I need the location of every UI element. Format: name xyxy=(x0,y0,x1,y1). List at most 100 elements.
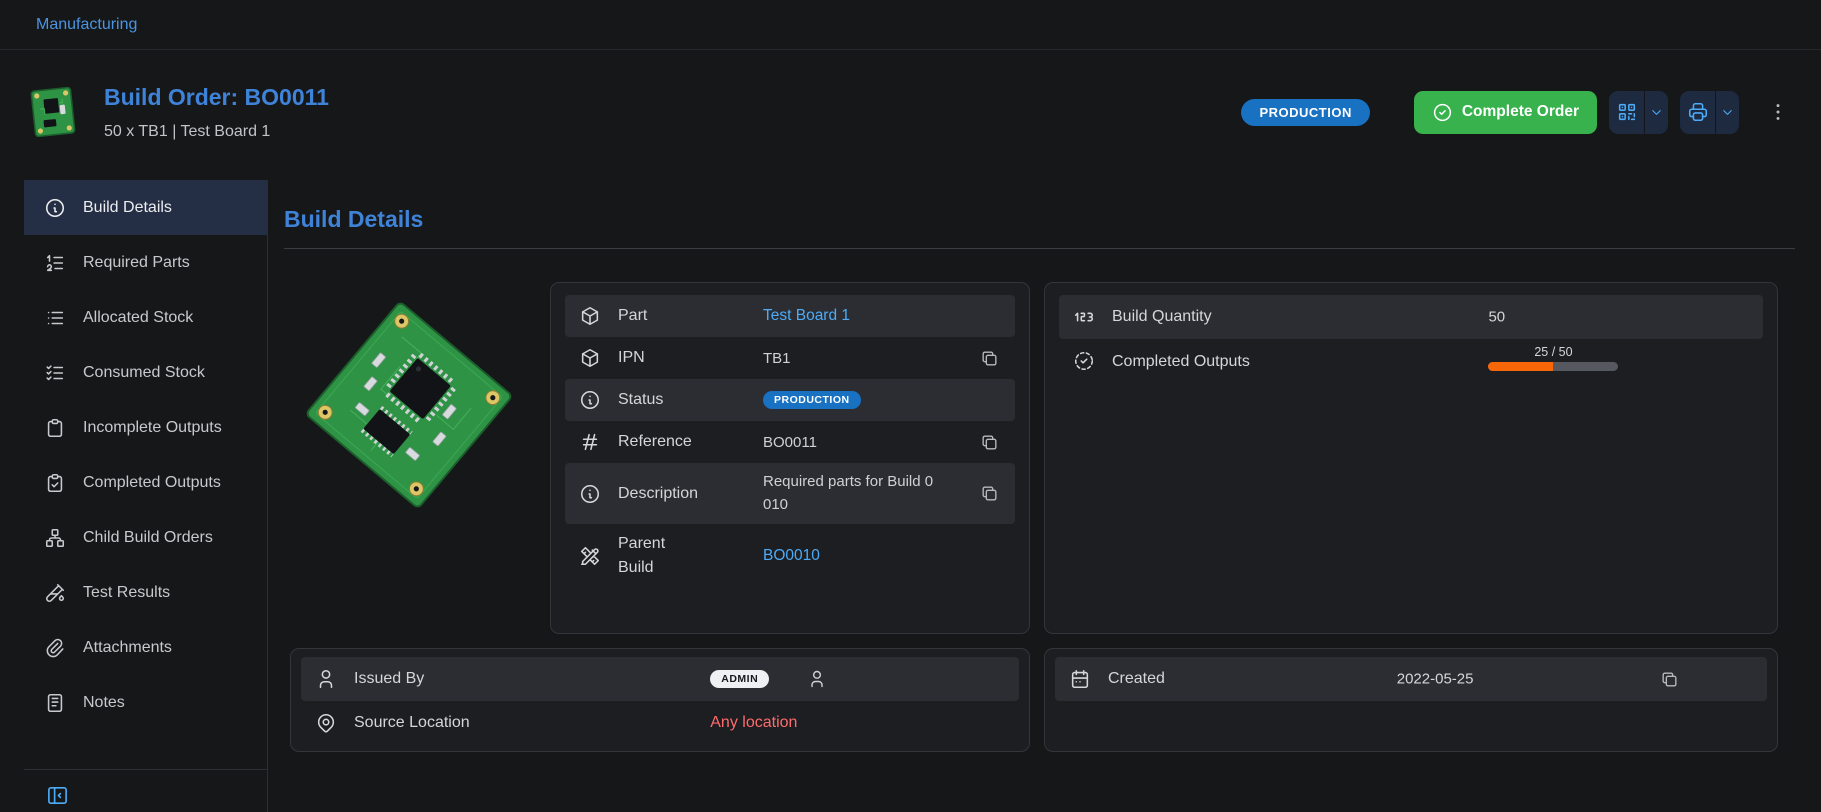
detail-label: Parent Build xyxy=(618,532,763,580)
sidebar-item-test-results[interactable]: Test Results xyxy=(24,565,267,620)
progress-label: 25 / 50 xyxy=(1488,345,1618,359)
calendar-icon xyxy=(1069,668,1091,690)
detail-label: Description xyxy=(618,482,763,506)
issued-panel: Issued By ADMIN Source Location Any loca… xyxy=(290,648,1030,752)
chevron-down-icon xyxy=(1720,105,1735,120)
notes-icon xyxy=(44,692,66,714)
breadcrumb-link-manufacturing[interactable]: Manufacturing xyxy=(36,16,137,34)
page-subtitle: 50 x TB1 | Test Board 1 xyxy=(104,123,329,141)
section-title: Build Details xyxy=(284,206,1795,233)
complete-order-button[interactable]: Complete Order xyxy=(1414,91,1597,134)
detail-label: Part xyxy=(618,304,763,328)
sidebar-item-completed-outputs[interactable]: Completed Outputs xyxy=(24,455,267,510)
sidebar-item-attachments[interactable]: Attachments xyxy=(24,620,267,675)
user-icon xyxy=(807,669,827,689)
sidebar-item-consumed-stock[interactable]: Consumed Stock xyxy=(24,345,267,400)
created-row: Created 2022-05-25 xyxy=(1055,657,1767,701)
sidebar-item-required-parts[interactable]: Required Parts xyxy=(24,235,267,290)
detail-row-parent-build: Parent Build BO0010 xyxy=(565,524,1015,588)
circle-check-icon xyxy=(1432,102,1453,123)
build-quantity-row: Build Quantity 50 xyxy=(1059,295,1763,339)
info-circle-icon xyxy=(579,483,601,505)
qr-dropdown-button[interactable] xyxy=(1644,91,1668,134)
quantity-panel: Build Quantity 50 Completed Outputs 25 /… xyxy=(1044,282,1778,634)
box-icon xyxy=(579,347,601,369)
header-actions: PRODUCTION Complete Order xyxy=(1241,91,1791,134)
copy-button[interactable] xyxy=(977,346,1001,370)
collapse-sidebar-button[interactable] xyxy=(44,782,71,809)
tools-icon xyxy=(579,545,601,567)
quantity-label: Build Quantity xyxy=(1112,305,1212,329)
created-label: Created xyxy=(1108,667,1165,691)
qr-split-button xyxy=(1609,91,1668,134)
copy-button[interactable] xyxy=(977,482,1001,506)
qr-code-icon xyxy=(1616,101,1638,123)
copy-button[interactable] xyxy=(977,430,1001,454)
detail-label: Reference xyxy=(618,430,763,454)
test-pipe-icon xyxy=(44,582,66,604)
detail-label: IPN xyxy=(618,346,763,370)
created-value: 2022-05-25 xyxy=(1397,671,1474,688)
build-details-table: Part Test Board 1 IPN TB1 Status PRODUCT… xyxy=(550,282,1030,634)
status-badge: PRODUCTION xyxy=(763,391,861,409)
completed-outputs-row: Completed Outputs 25 / 50 xyxy=(1059,339,1763,397)
detail-row-reference: Reference BO0011 xyxy=(565,421,1015,463)
print-dropdown-button[interactable] xyxy=(1715,91,1739,134)
overflow-menu-button[interactable] xyxy=(1765,97,1791,127)
list-icon xyxy=(44,307,66,329)
admin-badge: ADMIN xyxy=(710,670,769,688)
sidebar-item-child-build-orders[interactable]: Child Build Orders xyxy=(24,510,267,565)
clipboard-icon xyxy=(44,417,66,439)
part-link[interactable]: Test Board 1 xyxy=(763,307,850,325)
part-image[interactable] xyxy=(290,286,528,524)
numbers-123-icon xyxy=(1073,306,1095,328)
main-content: Build Details xyxy=(268,180,1821,812)
created-panel: Created 2022-05-25 xyxy=(1044,648,1778,752)
sidebar-item-allocated-stock[interactable]: Allocated Stock xyxy=(24,290,267,345)
clipboard-check-icon xyxy=(44,472,66,494)
list-numbers-icon xyxy=(44,252,66,274)
sidebar-item-incomplete-outputs[interactable]: Incomplete Outputs xyxy=(24,400,267,455)
user-icon xyxy=(315,668,337,690)
page-title: Build Order: BO0011 xyxy=(104,84,329,111)
source-location-label: Source Location xyxy=(354,711,470,735)
detail-label: Status xyxy=(618,388,763,412)
parent-build-link[interactable]: BO0010 xyxy=(763,547,820,565)
sitemap-icon xyxy=(44,527,66,549)
detail-row-ipn: IPN TB1 xyxy=(565,337,1015,379)
status-badge: PRODUCTION xyxy=(1241,99,1369,126)
section-divider xyxy=(284,248,1795,249)
detail-value: BO0011 xyxy=(763,434,817,451)
detail-row-status: Status PRODUCTION xyxy=(565,379,1015,421)
print-button[interactable] xyxy=(1680,91,1715,134)
sidebar-footer xyxy=(24,769,267,812)
title-block: Build Order: BO0011 50 x TB1 | Test Boar… xyxy=(104,84,329,141)
sidebar: Build Details Required Parts Allocated S… xyxy=(24,180,268,812)
source-location-row: Source Location Any location xyxy=(301,701,1019,745)
source-location-value: Any location xyxy=(710,714,797,732)
sidebar-collapse-icon xyxy=(46,784,69,807)
info-circle-icon xyxy=(44,197,66,219)
issued-by-row: Issued By ADMIN xyxy=(301,657,1019,701)
completed-outputs-progress: 25 / 50 xyxy=(1488,345,1618,371)
qr-code-button[interactable] xyxy=(1609,91,1644,134)
map-pin-icon xyxy=(315,712,337,734)
copy-button[interactable] xyxy=(1657,667,1681,691)
issued-by-value: ADMIN xyxy=(710,669,827,689)
breadcrumb: Manufacturing xyxy=(0,0,1821,50)
build-order-thumbnail[interactable] xyxy=(26,83,80,141)
sidebar-item-build-details[interactable]: Build Details xyxy=(24,180,267,235)
detail-row-part: Part Test Board 1 xyxy=(565,295,1015,337)
box-icon xyxy=(579,305,601,327)
printer-icon xyxy=(1687,101,1709,123)
detail-value: Required parts for Build 0010 xyxy=(763,471,935,516)
info-circle-icon xyxy=(579,389,601,411)
list-check-icon xyxy=(44,362,66,384)
progress-check-icon xyxy=(1073,350,1095,372)
print-split-button xyxy=(1680,91,1739,134)
detail-row-description: Description Required parts for Build 001… xyxy=(565,463,1015,524)
sidebar-item-notes[interactable]: Notes xyxy=(24,675,267,730)
completed-outputs-label: Completed Outputs xyxy=(1112,350,1250,374)
hash-icon xyxy=(579,431,601,453)
chevron-down-icon xyxy=(1649,105,1664,120)
